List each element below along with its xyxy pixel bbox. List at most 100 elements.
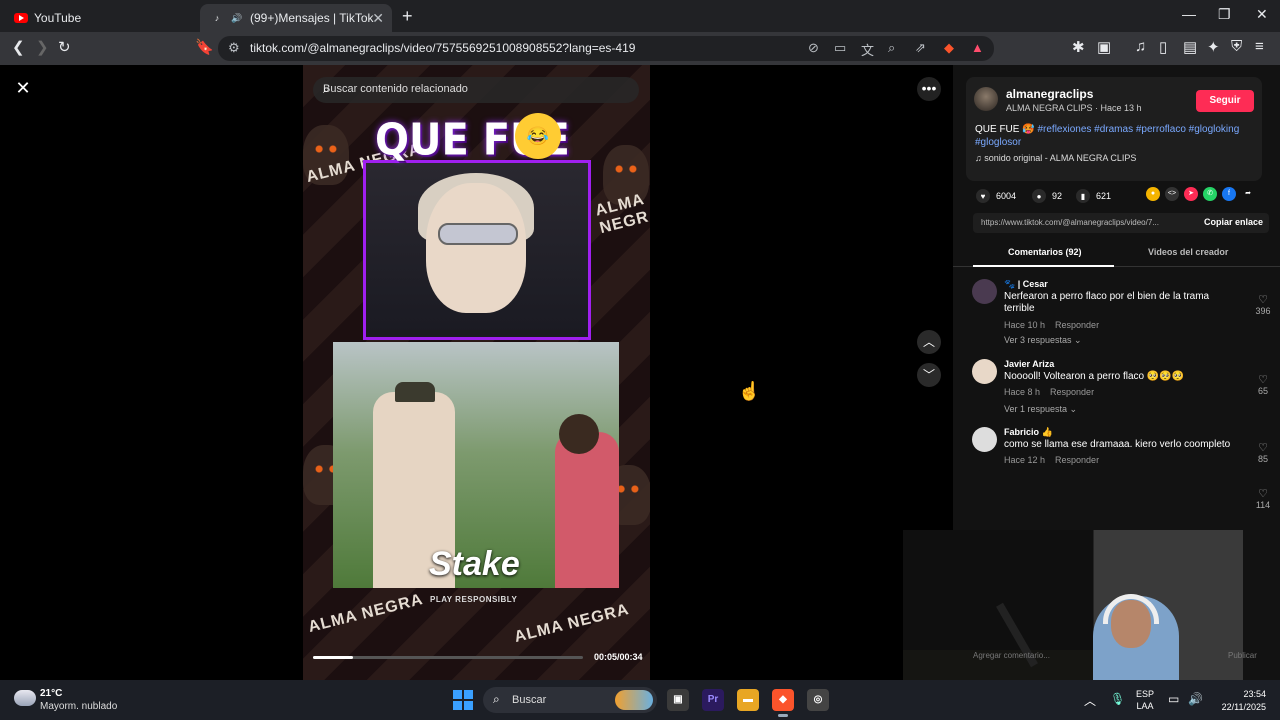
close-video-icon[interactable]: ✕ [12,77,34,99]
avatar[interactable] [972,279,997,304]
sidebar-icon[interactable]: ▯ [1159,38,1167,56]
file-explorer-icon[interactable]: ▬ [737,689,759,711]
brave-browser-icon[interactable]: ◆ [772,689,794,717]
comment-like-count: 65 [1257,386,1268,396]
video-progress-bar[interactable] [313,656,583,659]
leo-icon[interactable]: ▤ [1183,38,1197,56]
search-icon[interactable]: ⌕ [323,82,629,97]
like-stat[interactable]: ♥ 6004 [976,189,1016,203]
save-stat[interactable]: ▮ 621 [1076,189,1111,203]
copy-link-button[interactable]: Copiar enlace [1204,217,1263,227]
vpn-icon[interactable]: ⛨ [1231,38,1242,55]
comment-meta: Hace 10 h Responder [1004,320,1099,330]
microphone-icon[interactable]: 🎙 [1110,692,1125,706]
url-text[interactable]: tiktok.com/@almanegraclips/video/7575569… [250,41,635,55]
taskbar-search[interactable]: ⌕ Buscar [483,687,657,713]
tray-overflow-icon[interactable]: ︿ [1084,692,1096,709]
close-tab-icon[interactable]: ✕ [372,10,384,27]
comment-author[interactable]: Javier Ariza [1004,359,1054,369]
send-icon[interactable]: ➤ [1184,187,1198,201]
embed-icon[interactable]: <> [1165,187,1179,201]
weather-desc[interactable]: Mayorm. nublado [40,701,117,712]
author-name[interactable]: almanegraclips [1006,87,1093,101]
browser-tab-bar: YouTube ♪ 🔊 (99+)Mensajes | TikTok ✕ + —… [0,0,1280,32]
comment-like-button[interactable]: ♡ 65 [1248,373,1278,396]
new-tab-button[interactable]: + [402,6,413,27]
share-url[interactable]: https://www.tiktok.com/@almanegraclips/v… [981,218,1177,227]
reply-button[interactable]: Responder [1055,320,1099,330]
reload-icon[interactable]: ↻ [58,38,71,56]
face-shape [426,183,526,313]
video-player[interactable]: ALMA NEGRA ALMA NEGRA ALMA NEGRA ALMA NE… [303,65,650,680]
extensions-icon[interactable]: ✱ [1072,38,1085,56]
post-comment-button[interactable]: Publicar [1228,651,1257,660]
avatar[interactable] [974,87,998,111]
video-progress-fill [313,656,353,659]
site-info-icon[interactable]: ⚙ [228,40,240,56]
comment-time: Hace 12 h [1004,455,1046,465]
more-options-button[interactable]: ••• [917,77,941,101]
bookmark-icon[interactable]: 🔖 [195,38,214,56]
windows-start-icon[interactable] [453,690,473,710]
glasses-shape [438,223,518,245]
menu-icon[interactable]: ≡ [1255,38,1264,55]
address-bar[interactable]: ⚙ tiktok.com/@almanegraclips/video/75755… [218,36,994,61]
volume-icon[interactable]: 🔊 [1188,692,1203,706]
music-icon[interactable]: ♫ [1135,38,1146,55]
minimize-icon[interactable]: — [1182,6,1196,22]
avatar[interactable] [972,359,997,384]
sound-label[interactable]: ♫ sonido original - ALMA NEGRA CLIPS [975,153,1136,163]
whatsapp-icon[interactable]: ✆ [1203,187,1217,201]
follow-button[interactable]: Seguir [1196,90,1254,112]
speaker-icon[interactable]: 🔊 [230,11,244,25]
share-link-box: https://www.tiktok.com/@almanegraclips/v… [973,213,1269,233]
facebook-icon[interactable]: f [1222,187,1236,201]
premiere-icon[interactable]: Pr [702,689,724,711]
tab-creator-videos[interactable]: Videos del creador [1148,247,1228,257]
tab-youtube[interactable]: YouTube [4,4,200,32]
view-replies-link[interactable]: Ver 1 respuesta ⌄ [1004,404,1077,415]
restore-icon[interactable]: ❐ [1218,6,1231,23]
avatar[interactable] [972,427,997,452]
cast-icon[interactable]: ▭ [834,40,846,56]
wallet-icon[interactable]: ▣ [1097,38,1111,56]
zoom-icon[interactable]: ⌕ [888,40,895,56]
comment-item: Fabricio 👍 como se llama ese dramaaa. ki… [972,427,1268,467]
back-icon[interactable]: ❮ [12,38,25,56]
weather-cloud-icon[interactable] [14,690,36,706]
coin-icon[interactable]: ● [1146,187,1160,201]
language-indicator[interactable]: ESP LAA [1136,688,1154,712]
comment-like-button[interactable]: ♡ 85 [1248,441,1278,464]
tab-comments[interactable]: Comentarios (92) [1008,247,1082,257]
share-arrow-icon[interactable]: ➦ [1241,187,1255,201]
view-replies-link[interactable]: Ver 3 respuestas ⌄ [1004,335,1082,346]
clock-time: 23:54 [1243,689,1266,699]
comment-like-button[interactable]: ♡ 114 [1248,487,1278,510]
rewards-icon[interactable]: ▲ [971,40,984,55]
system-clock[interactable]: 23:54 22/11/2025 [1214,688,1266,714]
ai-icon[interactable]: ✦ [1207,38,1220,56]
comment-like-button[interactable]: ♡ 396 [1248,293,1278,316]
reply-button[interactable]: Responder [1050,387,1094,397]
tab-tiktok[interactable]: ♪ 🔊 (99+)Mensajes | TikTok ✕ [200,4,392,32]
related-search-input[interactable]: Buscar contenido relacionado ⌕ [313,77,639,103]
network-icon[interactable]: ▭ [1168,692,1179,706]
translate-icon[interactable]: 文 [861,40,874,59]
weather-temp[interactable]: 21°C [40,688,62,699]
brave-shield-icon[interactable]: ◆ [944,40,954,56]
camera-off-icon[interactable]: ⊘ [808,40,819,56]
app-icon[interactable]: ◎ [807,689,829,711]
previous-video-button[interactable]: ︿ [917,330,941,354]
hat-shape [395,382,435,402]
forward-icon[interactable]: ❯ [36,38,49,56]
share-icon[interactable]: ⇗ [915,40,926,56]
comment-author[interactable]: 🐾 | Cesar [1004,279,1048,290]
task-view-icon[interactable]: ▣ [667,689,689,711]
close-window-icon[interactable]: ✕ [1256,6,1268,23]
reply-button[interactable]: Responder [1055,455,1099,465]
comment-stat[interactable]: ● 92 [1032,189,1062,203]
next-video-button[interactable]: ﹀ [917,363,941,387]
comment-input[interactable]: Agregar comentario... [973,651,1050,660]
person-shape [555,432,619,588]
comment-author[interactable]: Fabricio 👍 [1004,427,1053,438]
